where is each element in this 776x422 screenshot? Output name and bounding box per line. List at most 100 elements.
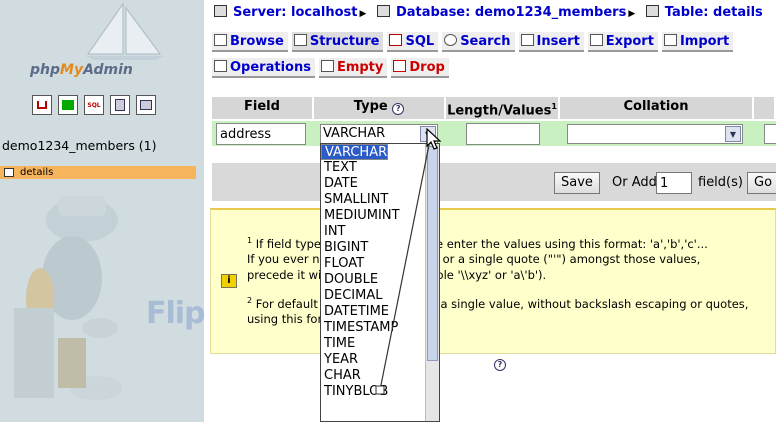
type-option[interactable]: DECIMAL — [321, 288, 439, 304]
type-dropdown-list[interactable]: VARCHARTINYINTTEXTDATESMALLINTMEDIUMINTI… — [320, 143, 440, 422]
query-window-icon[interactable] — [58, 95, 78, 115]
chevron-down-icon[interactable]: ▼ — [725, 126, 741, 142]
import-icon — [663, 34, 677, 46]
table-icon — [645, 5, 659, 17]
tab-insert-label: Insert — [536, 34, 580, 49]
field-name-input[interactable] — [216, 123, 306, 145]
sql-icon[interactable]: SQL — [84, 95, 104, 115]
header-type-label: Type — [353, 99, 388, 114]
collation-select[interactable]: ▼ — [567, 124, 743, 144]
scrollbar-thumb[interactable] — [427, 146, 438, 361]
phpmyadmin-logo[interactable]: phpMyAdmin — [30, 62, 133, 78]
note-text-4a: For default — [252, 296, 318, 311]
tab-insert[interactable]: Insert — [518, 32, 584, 52]
note-text-2b: h ("\") or a single quote ("'") amongst … — [404, 252, 701, 266]
tab-browse[interactable]: Browse — [212, 32, 288, 52]
tab-search[interactable]: Search — [442, 32, 515, 52]
field-definition-table: Field Type ? Length/Values1 Collation VA… — [212, 97, 776, 146]
help-icon[interactable] — [136, 95, 156, 115]
type-option[interactable]: FLOAT — [321, 256, 439, 272]
tab-structure[interactable]: Structure — [291, 32, 384, 52]
tab-export-label: Export — [605, 34, 654, 49]
database-name[interactable]: demo1234_members (1) — [2, 138, 157, 153]
type-option[interactable]: BIGINT — [321, 240, 439, 256]
go-button[interactable]: Go — [747, 172, 776, 194]
fields-label: field(s) — [698, 175, 743, 190]
type-options: VARCHARTINYINTTEXTDATESMALLINTMEDIUMINTI… — [321, 144, 439, 400]
note-line-2: If you ever ne h ("\") or a single quote … — [247, 252, 700, 266]
header-field: Field — [212, 97, 312, 119]
database-icon — [376, 5, 390, 17]
save-bar: Save Or Add field(s) Go — [212, 163, 776, 201]
mouse-cursor-icon — [426, 128, 442, 150]
header-length: Length/Values1 — [446, 97, 558, 119]
docs-icon[interactable] — [110, 95, 130, 115]
tab-empty-label: Empty — [336, 60, 384, 75]
main-content-panel: Server: localhost ▶ Database: demo1234_me… — [204, 0, 776, 422]
drop-icon — [393, 60, 407, 72]
type-option[interactable]: DOUBLE — [321, 272, 439, 288]
type-option[interactable]: TIMESTAMP — [321, 320, 439, 336]
type-option[interactable]: DATE — [321, 176, 439, 192]
logo-my: My — [60, 62, 84, 78]
type-select-value: VARCHAR — [323, 126, 386, 141]
type-option[interactable]: DATETIME — [321, 304, 439, 320]
breadcrumb-separator-icon: ▶ — [628, 9, 636, 19]
header-length-label: Length/Values — [447, 103, 552, 119]
tab-operations-label: Operations — [230, 60, 311, 75]
table-icon — [4, 168, 14, 177]
next-column-select[interactable] — [764, 124, 776, 144]
tab-export[interactable]: Export — [587, 32, 658, 52]
tab-empty[interactable]: Empty — [318, 58, 388, 78]
breadcrumb-separator-icon: ▶ — [359, 9, 367, 19]
type-option[interactable]: TIME — [321, 336, 439, 352]
nav-icon-bar: SQL — [32, 95, 156, 115]
type-option[interactable]: SMALLINT — [321, 192, 439, 208]
table-header-row: Field Type ? Length/Values1 Collation — [212, 97, 776, 119]
search-icon — [444, 34, 458, 46]
note-line-1: 1 If field type lease enter the values u… — [247, 236, 708, 251]
home-icon[interactable] — [32, 95, 52, 115]
add-field-count-input[interactable] — [656, 172, 692, 194]
tab-search-label: Search — [460, 34, 511, 49]
breadcrumb-database[interactable]: Database: demo1234_members — [396, 5, 626, 20]
note-text-2a: If you ever ne — [247, 252, 327, 266]
type-option[interactable]: TEXT — [321, 160, 439, 176]
tab-sql[interactable]: SQL — [387, 32, 439, 52]
length-values-input[interactable] — [466, 123, 540, 145]
dropdown-scrollbar[interactable] — [425, 144, 439, 421]
header-collation: Collation — [560, 97, 752, 119]
tab-bar-primary: Browse Structure SQL Search Insert Export Impo… — [212, 32, 737, 52]
warning-icon: i — [221, 274, 237, 288]
sql-icon — [389, 34, 403, 46]
tab-import-label: Import — [679, 34, 730, 49]
tab-browse-label: Browse — [230, 34, 284, 49]
tab-import[interactable]: Import — [661, 32, 734, 52]
breadcrumb-table[interactable]: Table: details — [665, 5, 763, 20]
export-icon — [589, 34, 603, 46]
table-row: VARCHAR ▼ ▼ — [212, 121, 776, 146]
logo-admin: Admin — [83, 62, 133, 78]
empty-icon — [320, 60, 334, 72]
breadcrumb-server[interactable]: Server: localhost — [233, 5, 357, 20]
server-icon — [214, 5, 227, 17]
type-option[interactable]: YEAR — [321, 352, 439, 368]
type-option[interactable]: TINYBLOB — [321, 384, 439, 400]
operations-icon — [214, 60, 227, 72]
type-option[interactable]: MEDIUMINT — [321, 208, 439, 224]
help-icon[interactable]: ? — [392, 103, 405, 115]
table-item-details[interactable]: details — [0, 166, 196, 179]
sailboat-logo-icon — [86, 2, 164, 60]
note-text-1b: lease enter the values using this format… — [412, 236, 708, 251]
help-icon[interactable]: ? — [494, 359, 506, 371]
breadcrumb: Server: localhost ▶ Database: demo1234_me… — [214, 5, 763, 20]
type-option[interactable]: INT — [321, 224, 439, 240]
note-text-1a: If field type — [252, 236, 325, 251]
type-select[interactable]: VARCHAR ▼ — [320, 124, 438, 144]
type-option[interactable]: CHAR — [321, 368, 439, 384]
tab-operations[interactable]: Operations — [212, 58, 315, 78]
tab-sql-label: SQL — [405, 34, 435, 49]
save-button[interactable]: Save — [554, 172, 600, 194]
type-option[interactable]: VARCHAR — [321, 144, 389, 160]
tab-drop[interactable]: Drop — [391, 58, 449, 78]
